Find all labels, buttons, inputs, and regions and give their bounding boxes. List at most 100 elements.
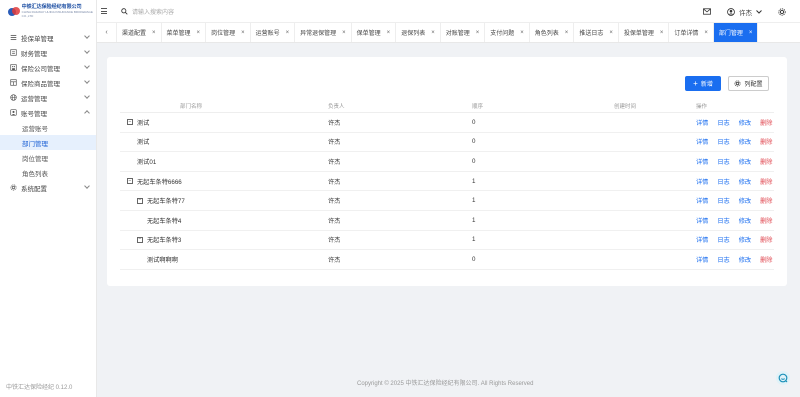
- tab-close-icon[interactable]: ×: [342, 30, 346, 36]
- tab-9[interactable]: 角色列表 ×: [530, 23, 575, 42]
- tab-12[interactable]: 订单详情 ×: [669, 23, 714, 42]
- log-link[interactable]: 日志: [717, 177, 729, 186]
- tab-close-icon[interactable]: ×: [387, 30, 391, 36]
- tab-close-icon[interactable]: ×: [286, 30, 290, 36]
- menu-toggle-icon[interactable]: [101, 8, 113, 14]
- tab-close-icon[interactable]: ×: [749, 30, 753, 36]
- tab-close-icon[interactable]: ×: [152, 30, 156, 36]
- cell-name: 无起车条特4: [120, 216, 300, 225]
- sidebar: 中铁汇达保险经纪有限公司 CHINA RAILWAY HUIDA INSURAN…: [0, 0, 97, 397]
- chevron-up-icon: [84, 110, 90, 116]
- table-row: 测试01 许杰 0 详情 日志 修改 删除: [120, 152, 774, 172]
- tab-close-icon[interactable]: ×: [241, 30, 245, 36]
- detail-link[interactable]: 详情: [696, 255, 708, 264]
- tab-label: 订单详情: [674, 31, 699, 37]
- tab-close-icon[interactable]: ×: [476, 30, 480, 36]
- delete-link[interactable]: 删除: [760, 216, 772, 225]
- detail-link[interactable]: 详情: [696, 137, 708, 146]
- add-button[interactable]: + 新增: [685, 76, 721, 91]
- sidebar-item-4[interactable]: 运营管理: [0, 90, 96, 105]
- delete-link[interactable]: 删除: [760, 118, 772, 127]
- tab-close-icon[interactable]: ×: [431, 30, 435, 36]
- collapse-toggle-icon[interactable]: −: [137, 197, 143, 204]
- sidebar-subitem-0[interactable]: 运营账号: [0, 120, 96, 135]
- cell-leader: 许杰: [328, 256, 341, 264]
- tab-8[interactable]: 支付问题 ×: [485, 23, 530, 42]
- tab-2[interactable]: 岗位管理 ×: [206, 23, 251, 42]
- detail-link[interactable]: 详情: [696, 235, 708, 244]
- tab-close-icon[interactable]: ×: [565, 30, 569, 36]
- delete-link[interactable]: 删除: [760, 196, 772, 205]
- tab-close-icon[interactable]: ×: [609, 30, 613, 36]
- user-menu[interactable]: 许杰: [727, 7, 762, 17]
- edit-link[interactable]: 修改: [739, 177, 751, 186]
- settings-gear-icon[interactable]: [778, 7, 786, 16]
- log-link[interactable]: 日志: [717, 255, 729, 264]
- edit-link[interactable]: 修改: [739, 255, 751, 264]
- tab-close-icon[interactable]: ×: [520, 30, 524, 36]
- tab-1[interactable]: 菜单管理 ×: [162, 23, 207, 42]
- sidebar-item-1[interactable]: 财务管理: [0, 45, 96, 60]
- edit-link[interactable]: 修改: [739, 157, 751, 166]
- table-row: 无起车条特4 许杰 1 详情 日志 修改 删除: [120, 211, 774, 231]
- tab-5[interactable]: 保单管理 ×: [352, 23, 397, 42]
- tab-label: 对账管理: [445, 31, 470, 37]
- sidebar-subitem-3[interactable]: 角色列表: [0, 165, 96, 180]
- sidebar-item-5[interactable]: 账号管理: [0, 105, 96, 120]
- edit-link[interactable]: 修改: [739, 235, 751, 244]
- tab-close-icon[interactable]: ×: [704, 30, 708, 36]
- mail-icon[interactable]: [703, 8, 711, 15]
- sidebar-item-label: 财务管理: [21, 50, 47, 58]
- sidebar-item-6[interactable]: 系统配置: [0, 180, 96, 195]
- edit-link[interactable]: 修改: [739, 216, 751, 225]
- department-name: 无起车条特77: [147, 198, 185, 206]
- edit-link[interactable]: 修改: [739, 196, 751, 205]
- delete-link[interactable]: 删除: [760, 177, 772, 186]
- tab-13[interactable]: 部门管理 ×: [713, 23, 759, 42]
- add-button-label: 新增: [700, 82, 713, 88]
- sidebar-subitem-2[interactable]: 岗位管理: [0, 150, 96, 165]
- detail-link[interactable]: 详情: [696, 196, 708, 205]
- sidebar-item-0[interactable]: 投保单管理: [0, 30, 96, 45]
- delete-link[interactable]: 删除: [760, 255, 772, 264]
- tab-11[interactable]: 投保单管理 ×: [619, 23, 670, 42]
- log-link[interactable]: 日志: [717, 137, 729, 146]
- delete-link[interactable]: 删除: [760, 157, 772, 166]
- detail-link[interactable]: 详情: [696, 216, 708, 225]
- collapse-toggle-icon[interactable]: −: [137, 236, 143, 243]
- tab-close-icon[interactable]: ×: [197, 30, 201, 36]
- sidebar-item-label: 投保单管理: [21, 35, 54, 43]
- tab-6[interactable]: 退保列表 ×: [396, 23, 441, 42]
- log-link[interactable]: 日志: [717, 157, 729, 166]
- edit-link[interactable]: 修改: [739, 137, 751, 146]
- detail-link[interactable]: 详情: [696, 118, 708, 127]
- tab-7[interactable]: 对账管理 ×: [441, 23, 486, 42]
- sidebar-item-2[interactable]: 保险公司管理: [0, 60, 96, 75]
- log-link[interactable]: 日志: [717, 235, 729, 244]
- collapse-toggle-icon[interactable]: −: [127, 178, 133, 185]
- log-link[interactable]: 日志: [717, 118, 729, 127]
- tab-0[interactable]: 渠道配置 ×: [117, 23, 162, 42]
- delete-link[interactable]: 删除: [760, 235, 772, 244]
- search-icon: [121, 7, 128, 15]
- cell-order: 0: [472, 138, 476, 146]
- log-link[interactable]: 日志: [717, 196, 729, 205]
- cell-name: 测试: [120, 137, 300, 146]
- tab-close-icon[interactable]: ×: [660, 30, 664, 36]
- collapse-toggle-icon[interactable]: −: [127, 119, 133, 126]
- search-bar[interactable]: 请输入搜索内容: [121, 7, 174, 16]
- search-input[interactable]: 请输入搜索内容: [132, 7, 174, 16]
- edit-link[interactable]: 修改: [739, 118, 751, 127]
- tab-scroll-left-icon[interactable]: ‹: [97, 23, 117, 42]
- tab-4[interactable]: 异常退保管理 ×: [295, 23, 352, 42]
- sidebar-subitem-1[interactable]: 部门管理: [0, 135, 96, 150]
- tab-3[interactable]: 运营账号 ×: [251, 23, 296, 42]
- help-chat-icon[interactable]: [776, 371, 790, 385]
- sidebar-item-3[interactable]: 保险商品管理: [0, 75, 96, 90]
- detail-link[interactable]: 详情: [696, 157, 708, 166]
- column-config-button[interactable]: 列配置: [728, 76, 769, 91]
- detail-link[interactable]: 详情: [696, 177, 708, 186]
- log-link[interactable]: 日志: [717, 216, 729, 225]
- tab-10[interactable]: 推送日志 ×: [574, 23, 619, 42]
- delete-link[interactable]: 删除: [760, 137, 772, 146]
